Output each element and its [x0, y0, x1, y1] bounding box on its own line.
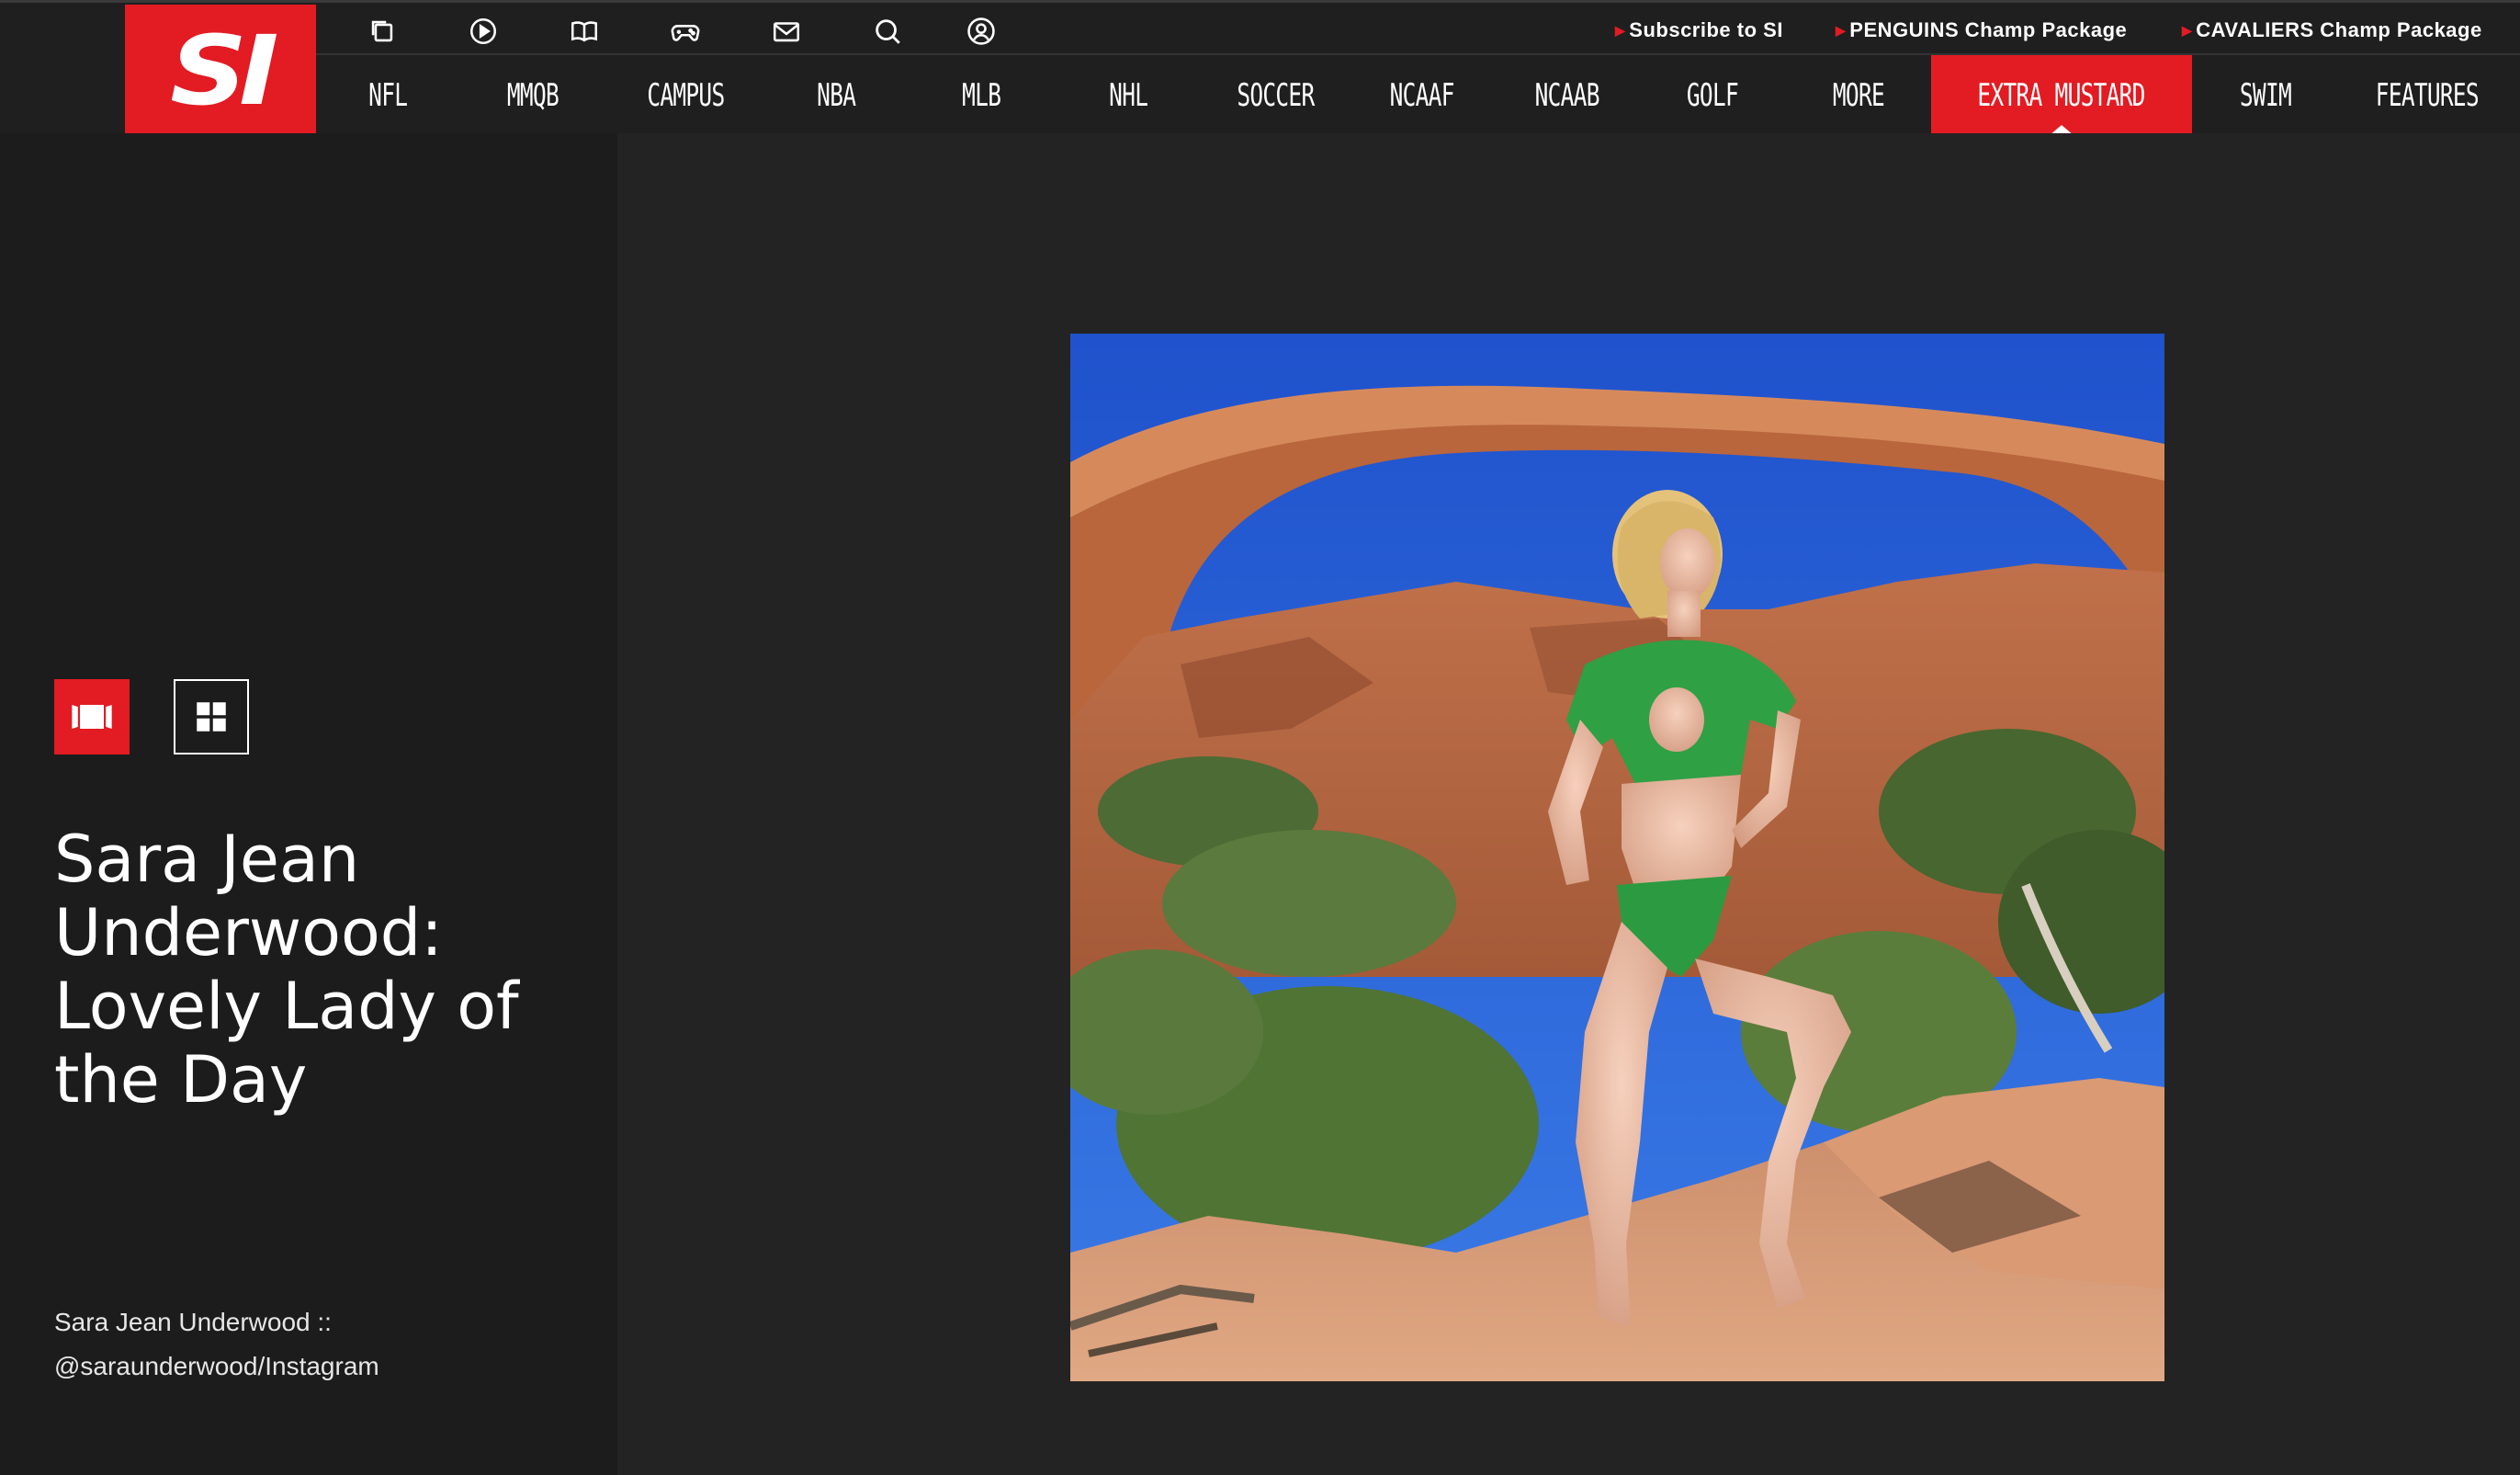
main-nav: NFL MMQB CAMPUS NBA MLB NHL SOCCER NCAAF…	[316, 55, 2520, 136]
penguins-package-link[interactable]: ▶ PENGUINS Champ Package	[1836, 18, 2127, 42]
caret-right-icon: ▶	[2182, 22, 2193, 38]
cavaliers-package-link[interactable]: ▶ CAVALIERS Champ Package	[2182, 18, 2482, 42]
promo-label: PENGUINS Champ Package	[1849, 18, 2128, 41]
nav-item-mlb[interactable]: MLB	[908, 55, 1055, 136]
gallery-title: Sara Jean Underwood: Lovely Lady of the …	[54, 822, 519, 1118]
utility-bar: ▶ Subscribe to SI ▶ PENGUINS Champ Packa…	[316, 6, 2520, 55]
nav-item-mmqb[interactable]: MMQB	[459, 55, 606, 136]
gallery-copy-icon[interactable]	[366, 15, 399, 48]
site-header: SI ▶ Subscribe to SI ▶ PENGUINS Champ Pa…	[0, 0, 2520, 136]
promo-label: Subscribe to SI	[1629, 18, 1783, 41]
si-logo[interactable]: SI	[125, 5, 316, 136]
caret-right-icon: ▶	[1836, 22, 1847, 38]
nav-item-more[interactable]: MORE	[1786, 55, 1931, 136]
nav-item-nfl[interactable]: NFL	[316, 55, 459, 136]
filmstrip-icon	[72, 705, 112, 729]
grid-view-button[interactable]	[174, 679, 249, 755]
gallery-stage	[617, 133, 2520, 1475]
nav-item-nba[interactable]: NBA	[764, 55, 908, 136]
user-account-icon[interactable]	[965, 15, 998, 48]
play-video-icon[interactable]	[467, 15, 500, 48]
nav-item-golf[interactable]: GOLF	[1639, 55, 1786, 136]
nav-item-ncaab[interactable]: NCAAB	[1496, 55, 1639, 136]
search-icon[interactable]	[871, 15, 904, 48]
caret-right-icon: ▶	[1615, 22, 1626, 38]
gallery-photo[interactable]	[1070, 334, 2164, 1381]
gamepad-icon[interactable]	[669, 15, 702, 48]
logo-text: SI	[170, 14, 278, 127]
filmstrip-view-button[interactable]	[54, 679, 130, 755]
subscribe-link[interactable]: ▶ Subscribe to SI	[1615, 18, 1783, 42]
nav-item-soccer[interactable]: SOCCER	[1202, 55, 1349, 136]
nav-item-campus[interactable]: CAMPUS	[606, 55, 764, 136]
nav-item-extra-mustard[interactable]: EXTRA MUSTARD	[1931, 55, 2192, 136]
nav-item-ncaaf[interactable]: NCAAF	[1349, 55, 1496, 136]
magazine-icon[interactable]	[568, 15, 601, 48]
nav-item-nhl[interactable]: NHL	[1055, 55, 1202, 136]
promo-label: CAVALIERS Champ Package	[2196, 18, 2482, 41]
nav-item-swim[interactable]: SWIM	[2192, 55, 2339, 136]
newsletter-mail-icon[interactable]	[770, 15, 803, 48]
grid-icon	[197, 702, 226, 732]
photo-caption: Sara Jean Underwood :: @saraunderwood/In…	[54, 1308, 379, 1380]
gallery-photo-image	[1070, 334, 2164, 1381]
gallery-info-panel: Sara Jean Underwood: Lovely Lady of the …	[0, 133, 617, 1475]
nav-item-features[interactable]: FEATURES	[2339, 55, 2515, 136]
